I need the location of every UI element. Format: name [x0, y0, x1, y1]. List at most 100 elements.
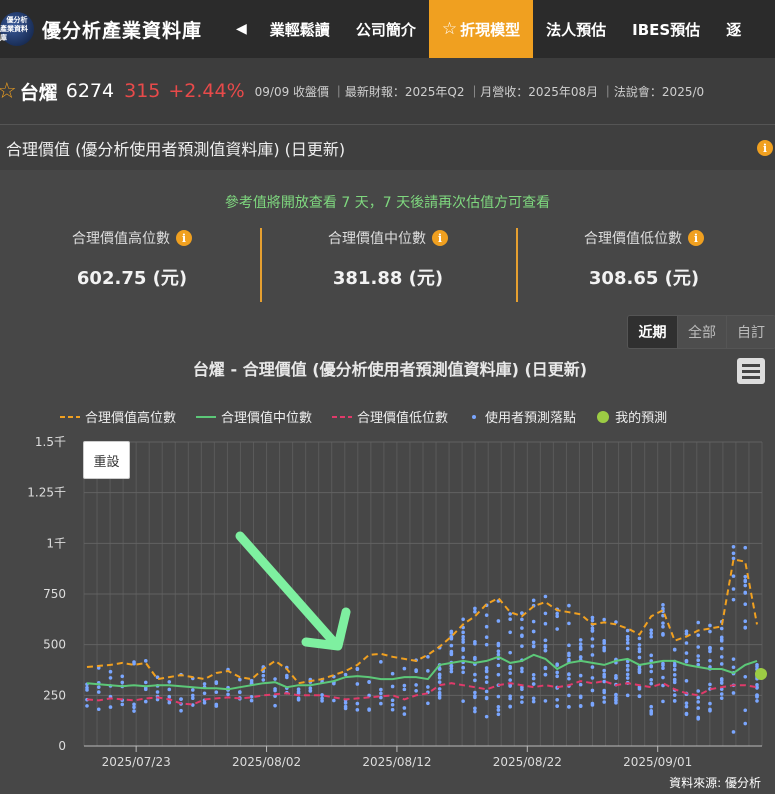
range-recent-button[interactable]: 近期	[628, 316, 677, 348]
scatter-point	[614, 676, 618, 680]
tab-institutional-forecast[interactable]: 法人預估	[533, 0, 619, 58]
scatter-point	[167, 687, 172, 692]
data-source: 資料來源: 優分析	[669, 776, 761, 790]
scatter-point	[496, 694, 501, 699]
scatter-point	[343, 704, 348, 709]
my-forecast-marker	[755, 668, 767, 681]
y-tick-label: 0	[58, 739, 66, 753]
scatter-point	[402, 687, 407, 692]
chart-menu-icon[interactable]	[737, 358, 765, 384]
scatter-point	[567, 672, 571, 677]
x-tick-label: 2025/08/02	[232, 755, 301, 769]
scatter-point	[484, 642, 489, 647]
scatter-point	[414, 688, 418, 693]
scatter-point	[120, 702, 125, 707]
nav-prev-arrow-icon[interactable]: ◀	[236, 21, 247, 37]
scatter-point	[708, 658, 712, 663]
legend-item-high[interactable]: 合理價值高位數	[60, 407, 176, 426]
scatter-point	[520, 700, 524, 704]
scatter-point	[379, 660, 383, 664]
scatter-point	[531, 699, 536, 704]
scatter-point	[461, 630, 465, 635]
scatter-point	[649, 677, 654, 682]
scatter-point	[684, 651, 689, 655]
legend-item-low[interactable]: 合理價值低位數	[332, 407, 448, 426]
scatter-point	[132, 709, 136, 713]
scatter-point	[731, 587, 736, 591]
scatter-point	[731, 691, 736, 695]
scatter-point	[179, 697, 183, 701]
scatter-point	[390, 698, 395, 703]
scatter-point	[520, 617, 524, 622]
scatter-point	[437, 680, 442, 684]
scatter-point	[731, 556, 736, 561]
scatter-point	[508, 704, 512, 709]
scatter-point	[543, 638, 548, 643]
scatter-point	[473, 709, 477, 714]
scatter-point	[567, 657, 571, 662]
scatter-point	[543, 621, 548, 626]
scatter-point	[590, 615, 595, 620]
tab-ibes-forecast[interactable]: IBES預估	[619, 0, 713, 58]
scatter-point	[578, 704, 583, 708]
scatter-point	[226, 692, 230, 697]
tab-company-profile[interactable]: 公司簡介	[343, 0, 429, 58]
scatter-point	[249, 678, 254, 683]
scatter-point	[520, 669, 524, 674]
tab-more[interactable]: 逐	[713, 0, 754, 58]
info-icon[interactable]: i	[432, 230, 448, 246]
info-icon[interactable]: i	[757, 140, 773, 156]
info-icon[interactable]: i	[176, 230, 192, 246]
scatter-point	[719, 646, 724, 651]
scatter-point	[390, 671, 395, 676]
x-tick-label: 2025/09/01	[623, 755, 692, 769]
scatter-point	[355, 666, 360, 671]
x-tick-label: 2025/08/22	[493, 755, 562, 769]
scatter-point	[437, 690, 442, 695]
scatter-point	[355, 708, 360, 712]
scatter-point	[473, 657, 477, 661]
scatter-point	[520, 687, 524, 692]
reset-zoom-button[interactable]: 重設	[83, 441, 130, 479]
scatter-point	[543, 643, 548, 648]
scatter-point	[449, 649, 454, 654]
scatter-point	[590, 653, 595, 657]
watchlist-star-icon[interactable]: ☆	[0, 79, 17, 104]
scatter-point	[85, 704, 89, 708]
scatter-point	[602, 700, 606, 704]
scatter-point	[708, 629, 712, 634]
scatter-point	[402, 712, 407, 716]
tab-easy-read[interactable]: 業輕鬆讀	[257, 0, 343, 58]
legend-item-dots[interactable]: 使用者預測落點	[468, 407, 576, 426]
range-custom-button[interactable]: 自訂	[726, 316, 775, 348]
brand-name[interactable]: 優分析產業資料庫	[42, 16, 202, 43]
scatter-point	[96, 690, 101, 694]
brand-logo[interactable]: 優分析 產業資料庫	[0, 12, 34, 46]
scatter-point	[543, 648, 548, 653]
scatter-point	[484, 680, 489, 684]
y-tick-label: 750	[43, 587, 66, 601]
scatter-point	[85, 688, 89, 692]
scatter-point	[672, 693, 677, 697]
legend-high-line-icon	[60, 415, 80, 418]
scatter-point	[531, 676, 536, 681]
legend-item-mine[interactable]: 我的預測	[596, 407, 667, 426]
scatter-point	[602, 639, 606, 643]
scatter-point	[578, 695, 583, 700]
scatter-point	[449, 664, 454, 668]
scatter-point	[625, 637, 630, 642]
scatter-point	[238, 677, 242, 682]
info-icon[interactable]: i	[688, 230, 704, 246]
legend-item-mid[interactable]: 合理價值中位數	[196, 407, 312, 426]
tab-dcf-model[interactable]: ☆ 折現模型	[428, 0, 534, 58]
scatter-point	[543, 594, 548, 599]
star-icon: ☆	[441, 19, 458, 39]
scatter-point	[696, 695, 701, 700]
scatter-point	[602, 672, 606, 677]
range-all-button[interactable]: 全部	[677, 316, 726, 348]
my-forecast-point[interactable]	[755, 668, 767, 681]
scatter-point	[649, 704, 654, 709]
x-axis-labels: 2025/07/23 2025/08/02 2025/08/12 2025/08/22…	[102, 746, 692, 769]
scatter-point	[731, 665, 736, 670]
scatter-point	[355, 682, 360, 686]
